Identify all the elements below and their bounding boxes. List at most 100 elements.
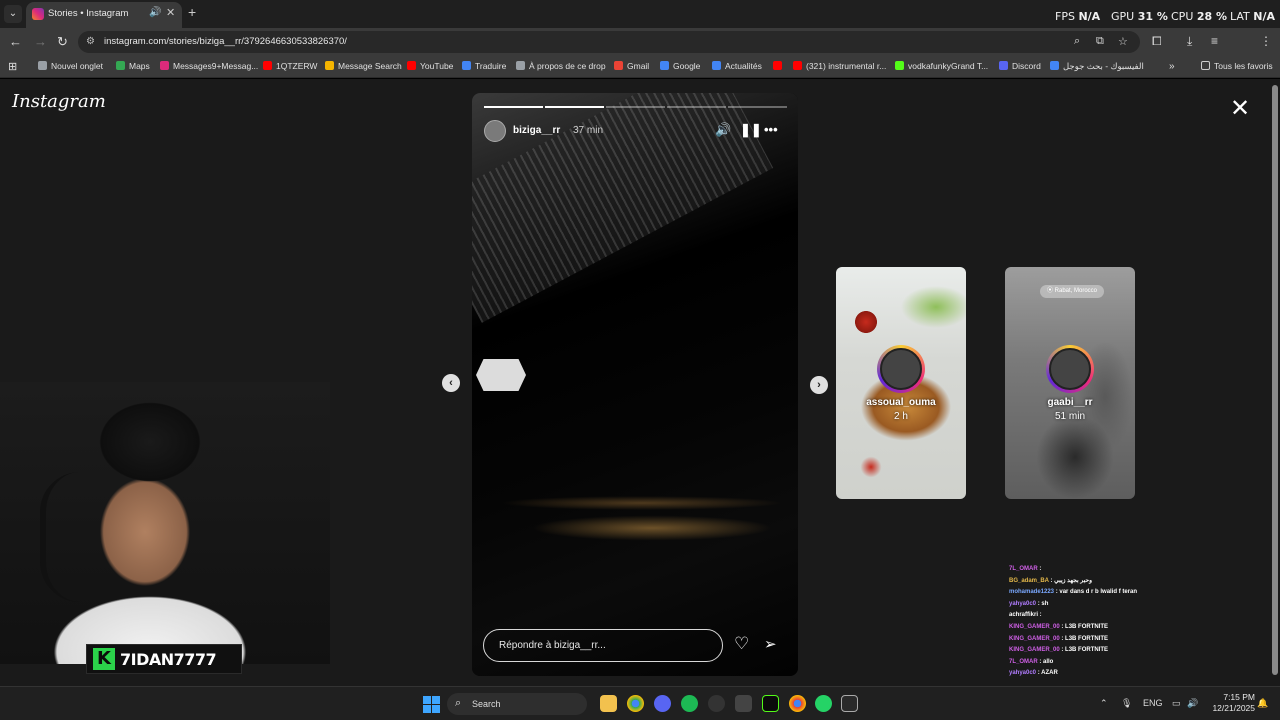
more-options-icon[interactable]: ••• (764, 122, 778, 137)
bookmark-item[interactable]: Gmail (614, 61, 649, 71)
kick-icon[interactable] (762, 695, 779, 712)
bookmark-item[interactable]: Maps (116, 61, 150, 71)
scrollbar-thumb[interactable] (1272, 85, 1278, 675)
chrome-active-icon[interactable] (789, 695, 806, 712)
bookmark-item[interactable]: Actualités (712, 61, 762, 71)
browser-tab[interactable]: Stories • Instagram 🔊 ✕ (26, 2, 182, 28)
media-icon[interactable]: ≡ (1211, 34, 1218, 48)
chat-message: achraffikri : (1009, 610, 1189, 622)
send-icon[interactable]: ➢ (764, 635, 777, 653)
tab-strip: ⌄ Stories • Instagram 🔊 ✕ + FPS N/A GPU … (0, 0, 1280, 28)
page-scrollbar[interactable] (1270, 79, 1280, 686)
next-story-card[interactable]: assoual_ouma 2 h (836, 267, 966, 499)
globe-icon (516, 61, 525, 70)
address-bar[interactable]: ⚙ instagram.com/stories/biziga__rr/37926… (78, 31, 1140, 53)
extensions-icon[interactable]: ⧠ (1152, 34, 1162, 49)
bookmark-youtube-icon-only[interactable] (773, 61, 786, 71)
bookmark-item[interactable]: Nouvel onglet (38, 61, 103, 71)
epic-games-icon[interactable] (841, 695, 858, 712)
install-icon[interactable]: ⧉ (1096, 35, 1104, 48)
discord-icon[interactable] (654, 695, 671, 712)
progress-segment (606, 106, 665, 108)
hud-cpu: CPU 28 % (1171, 10, 1228, 23)
whatsapp-icon[interactable] (815, 695, 832, 712)
bookmark-label: À propos de ce drop (529, 61, 606, 71)
windows-start-icon[interactable] (423, 696, 440, 713)
url-text[interactable]: instagram.com/stories/biziga__rr/3792646… (104, 36, 347, 47)
bookmark-item[interactable]: Traduire (462, 61, 506, 71)
notification-icon[interactable]: 🔔 (1257, 698, 1268, 709)
streamer-tag: K 7IDAN7777 (86, 644, 242, 674)
site-info-icon[interactable]: ⚙ (86, 36, 98, 48)
bookmark-item[interactable]: À propos de ce drop (516, 61, 606, 71)
mute-icon[interactable]: 🔊 (715, 122, 731, 138)
back-icon[interactable]: ← (9, 34, 22, 49)
all-bookmarks[interactable]: Tous les favoris (1201, 61, 1273, 71)
close-story-icon[interactable]: ✕ (1230, 94, 1250, 123)
clock-date: 12/21/2025 (1212, 703, 1255, 713)
reload-icon[interactable]: ↻ (57, 34, 68, 50)
bookmarks-overflow-icon[interactable]: » (1169, 61, 1175, 72)
bookmark-item[interactable]: Message Search (325, 61, 402, 71)
bookmark-item[interactable]: vodkafunkyGrand T... (895, 61, 988, 71)
chat-username: KING_GAMER_00 (1009, 635, 1060, 642)
download-icon[interactable]: ⤓ (1187, 34, 1192, 49)
speaker-icon[interactable]: 🔊 (149, 7, 161, 18)
forward-icon[interactable]: → (34, 34, 47, 49)
story-time: 37 min (573, 125, 604, 136)
chat-text: var dans d r b lwalid f teran (1059, 589, 1138, 596)
language-indicator[interactable]: ENG (1143, 698, 1163, 708)
next-story-card[interactable]: ⦿ Rabat, Morocco gaabi__rr 51 min (1005, 267, 1135, 499)
story-viewer[interactable]: biziga__rr 37 min 🔊 ❚❚ ••• Répondre à bi… (472, 93, 798, 676)
bookmark-label: Google (673, 61, 701, 71)
taskbar-search-label: Search (472, 699, 501, 709)
bookmark-item[interactable]: YouTube (407, 61, 453, 71)
maps-icon (116, 61, 125, 70)
bookmark-item[interactable]: الفيسبوك - بحث جوجل (1050, 61, 1144, 72)
app-icon[interactable] (708, 695, 725, 712)
taskbar-search[interactable]: ⌕ Search (447, 693, 587, 715)
bookmark-item[interactable]: (321) instrumental r... (793, 61, 886, 71)
menu-icon[interactable]: ⋮ (1260, 34, 1272, 48)
close-tab-icon[interactable]: ✕ (166, 6, 175, 19)
volume-icon[interactable]: 🔊 (1187, 698, 1198, 709)
tray-overflow-icon[interactable]: ⌃ (1100, 698, 1108, 709)
bookmark-label: Gmail (627, 61, 650, 71)
card-time: 51 min (1054, 411, 1085, 422)
chat-text: allo (1043, 658, 1054, 665)
chat-username: KING_GAMER_00 (1009, 647, 1060, 654)
microphone-icon[interactable]: 🎙 (1121, 698, 1132, 709)
pause-icon[interactable]: ❚❚ (740, 122, 762, 138)
story-sticker (476, 359, 526, 391)
clock[interactable]: 7:15 PM 12/21/2025 (1205, 692, 1255, 714)
like-icon[interactable]: ♡ (734, 634, 749, 654)
chat-username: yahya0c0 (1009, 600, 1037, 607)
chat-text: AZAR (1041, 670, 1058, 677)
reply-input[interactable]: Répondre à biziga__rr... (483, 629, 723, 662)
chrome-icon[interactable] (627, 695, 644, 712)
story-avatar[interactable] (484, 120, 506, 142)
spotify-icon[interactable] (681, 695, 698, 712)
story-username[interactable]: biziga__rr (513, 125, 560, 136)
star-icon[interactable]: ☆ (1118, 35, 1128, 48)
display-icon[interactable]: ▭ (1172, 698, 1181, 709)
kick-logo-icon: K (93, 648, 115, 670)
apps-icon[interactable]: ⊞ (8, 60, 17, 73)
previous-story-button[interactable]: ‹ (442, 374, 460, 392)
chat-message: KING_GAMER_00 : L3B FORTNITE (1009, 645, 1189, 657)
new-tab-button[interactable]: + (188, 4, 196, 20)
bookmark-label: Discord (1012, 61, 1041, 71)
instagram-logo[interactable]: Instagram (12, 91, 106, 112)
chat-message: mohamade1223 : var dans d r b lwalid f t… (1009, 587, 1189, 599)
bookmark-item[interactable]: Google (660, 61, 700, 71)
game-icon[interactable] (735, 695, 752, 712)
bookmark-item[interactable]: Messages9+Messag... (160, 61, 258, 71)
bookmark-item[interactable]: 1QTZERW (263, 61, 317, 71)
file-explorer-icon[interactable] (600, 695, 617, 712)
zoom-icon[interactable]: ⌕ (1074, 35, 1080, 48)
hud-fps: FPS N/A (1055, 10, 1101, 23)
next-story-button[interactable]: › (810, 376, 828, 394)
tab-search-button[interactable]: ⌄ (4, 5, 22, 23)
bookmark-item[interactable]: Discord (999, 61, 1041, 71)
chat-username: 7L_OMAR (1009, 566, 1038, 572)
